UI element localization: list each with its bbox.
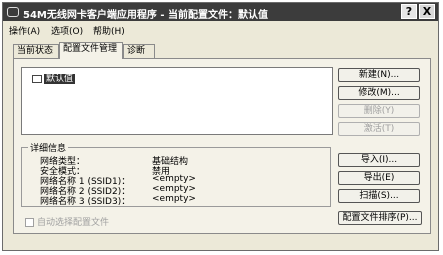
window-title: 54M无线网卡客户端应用程序 - 当前配置文件：默认值 <box>23 10 268 21</box>
order-profiles-button[interactable]: 配置文件排序(P)... <box>338 211 422 225</box>
tab-profile-management[interactable]: 配置文件管理 <box>59 42 123 59</box>
detail-label: 网络名称 3 (SSID3)： <box>40 197 131 207</box>
close-button[interactable]: X <box>419 4 435 19</box>
detail-value: <empty> <box>152 184 196 194</box>
menu-bar: 操作(A) 选项(O) 帮助(H) <box>3 22 438 37</box>
menu-options[interactable]: 选项(O) <box>51 24 83 37</box>
wifi-app-icon <box>7 7 19 17</box>
menu-action[interactable]: 操作(A) <box>9 24 40 37</box>
remove-button[interactable]: 删除(Y) <box>338 104 420 118</box>
import-button[interactable]: 导入(I)... <box>338 153 420 167</box>
new-button[interactable]: 新建(N)... <box>338 68 420 82</box>
auto-select-label: 自动选择配置文件 <box>37 218 110 228</box>
tab-diagnostics[interactable]: 诊断 <box>123 44 155 58</box>
title-bar: 54M无线网卡客户端应用程序 - 当前配置文件：默认值 ? X <box>3 3 438 21</box>
details-title: 详细信息 <box>28 141 69 154</box>
detail-value: <empty> <box>152 194 196 204</box>
export-button[interactable]: 导出(E) <box>338 171 420 185</box>
app-window: 54M无线网卡客户端应用程序 - 当前配置文件：默认值 ? X 操作(A) 选项… <box>2 2 439 251</box>
tab-current-status[interactable]: 当前状态 <box>13 44 59 58</box>
list-item[interactable]: 默认值 <box>32 71 76 84</box>
network-icon <box>32 74 42 83</box>
scan-button[interactable]: 扫描(S)... <box>338 189 420 203</box>
modify-button[interactable]: 修改(M)... <box>338 86 420 100</box>
auto-select-checkbox[interactable] <box>25 218 34 227</box>
detail-value: <empty> <box>152 174 196 184</box>
menu-help[interactable]: 帮助(H) <box>93 24 125 37</box>
profile-list[interactable]: 默认值 <box>21 67 333 135</box>
auto-select-option[interactable]: 自动选择配置文件 <box>25 215 109 228</box>
details-group: 详细信息 网络类型： 基础结构 安全模式： 禁用 网络名称 1 (SSID1)：… <box>21 141 331 207</box>
activate-button[interactable]: 激活(T) <box>338 122 420 136</box>
profile-name: 默认值 <box>44 74 76 84</box>
help-button[interactable]: ? <box>401 4 417 19</box>
